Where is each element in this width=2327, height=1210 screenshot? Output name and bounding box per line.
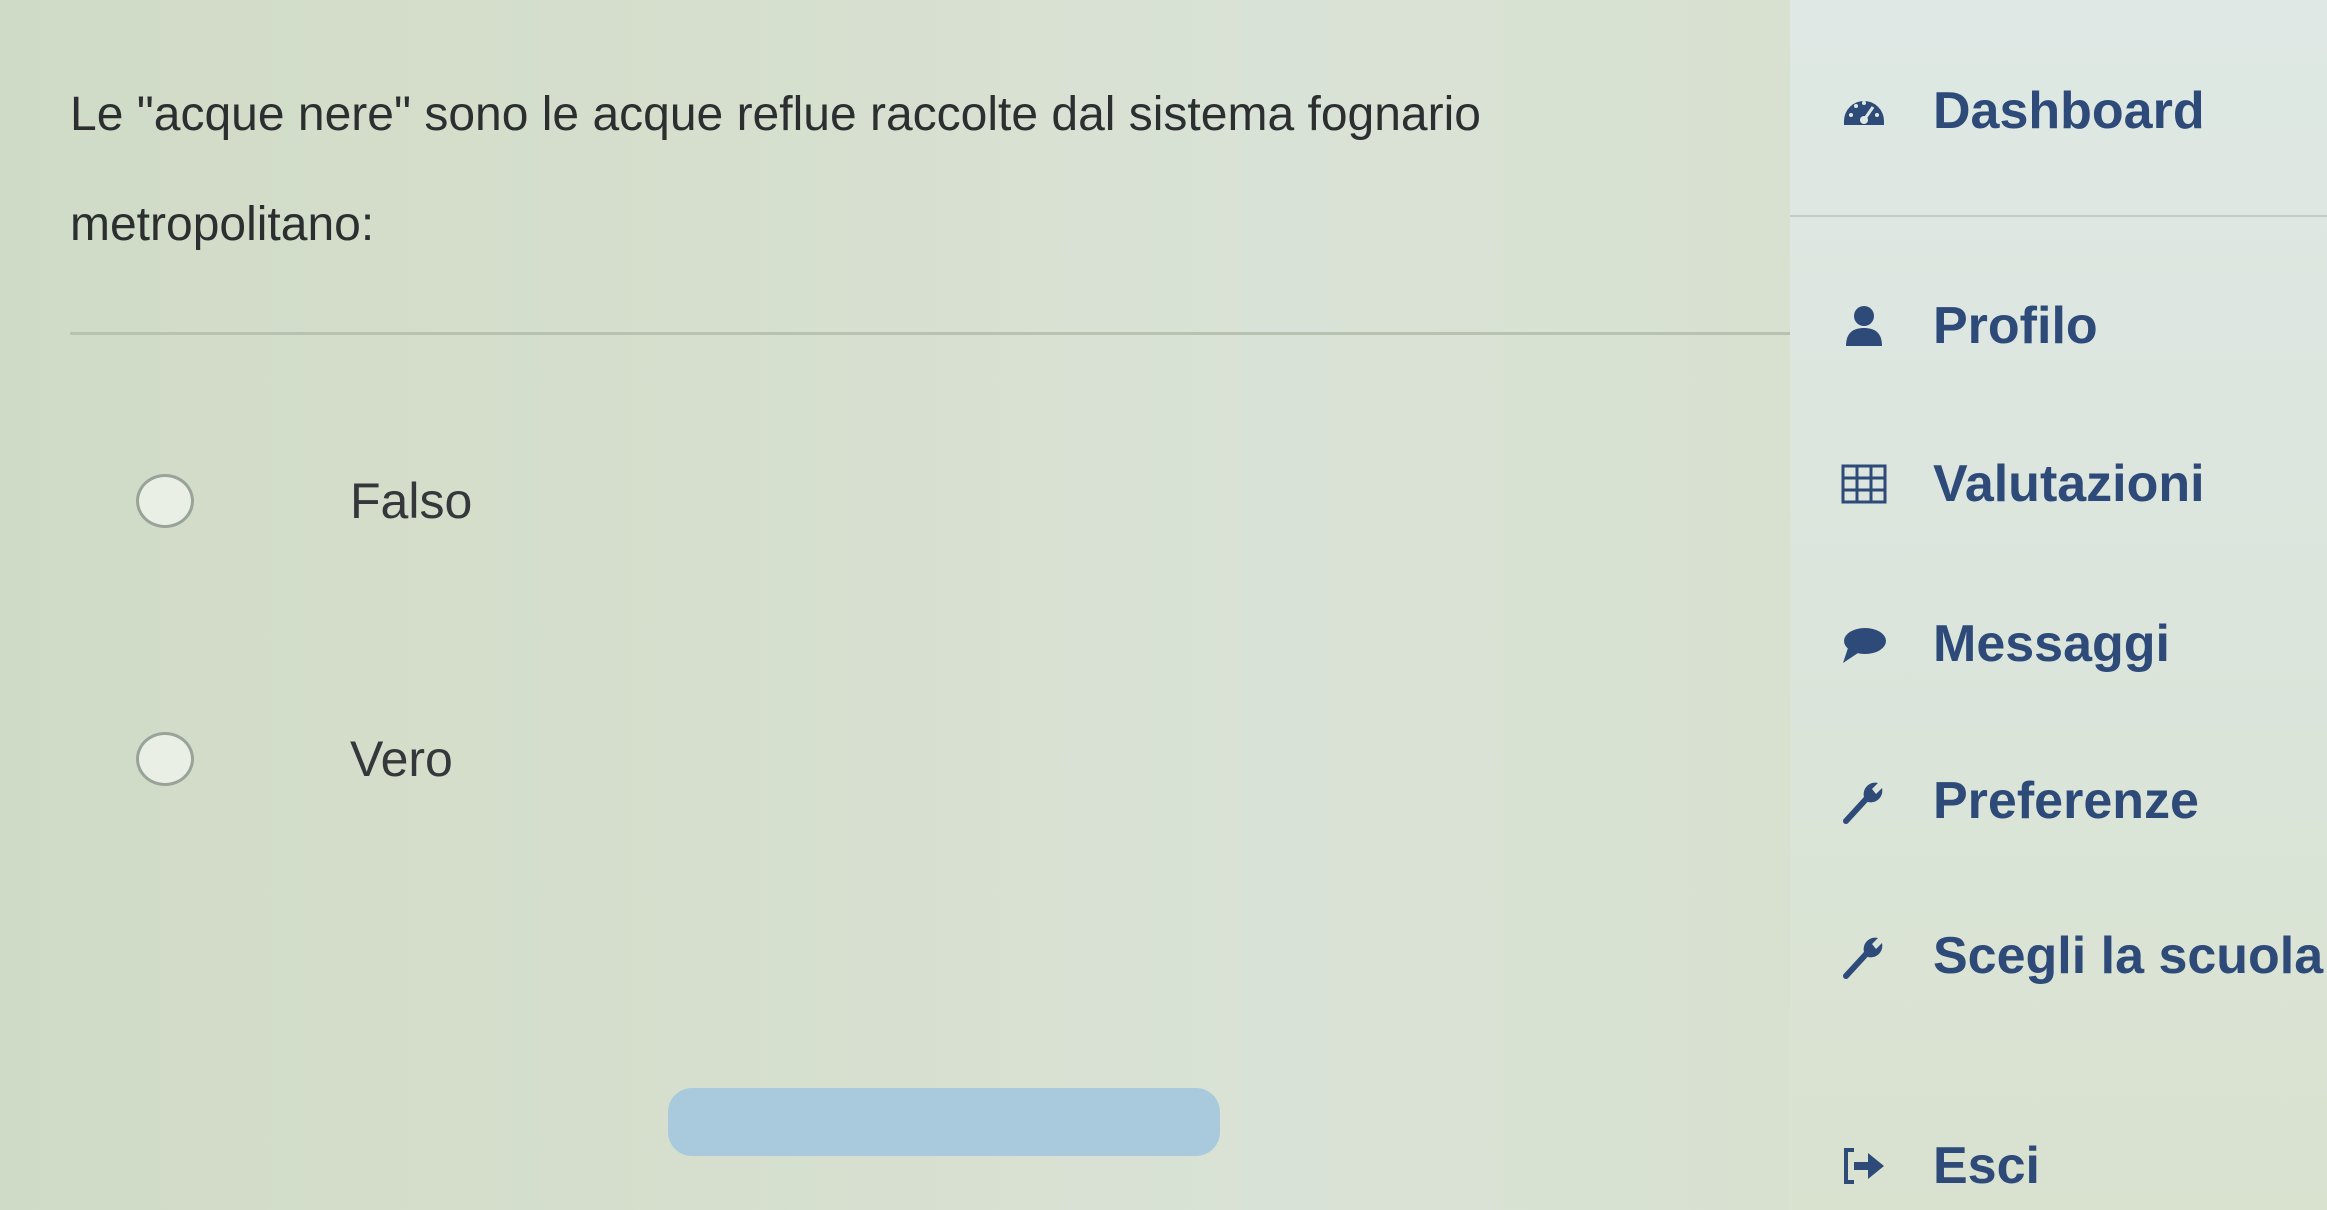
sidebar-item-label: Esci [1933, 1137, 2040, 1195]
chat-bubble-icon [1840, 620, 1888, 668]
sidebar-item-label: Messaggi [1933, 615, 2170, 673]
divider [70, 332, 1790, 335]
table-icon [1840, 460, 1888, 508]
sidebar-item-label: Profilo [1933, 297, 2098, 355]
radio-button[interactable] [136, 732, 194, 786]
dashboard-icon [1840, 87, 1888, 135]
sidebar-divider [1790, 215, 2327, 217]
radio-button[interactable] [136, 474, 194, 528]
quiz-panel: Le "acque nere" sono le acque reflue rac… [0, 0, 1790, 1210]
logout-icon [1840, 1142, 1888, 1190]
sidebar-item-dashboard[interactable]: Dashboard [1790, 65, 2327, 155]
submit-button[interactable] [668, 1088, 1220, 1156]
sidebar-item-scegli-la-scuola[interactable]: Scegli la scuola [1790, 910, 2327, 1000]
option-vero[interactable]: Vero [130, 728, 1030, 798]
sidebar-item-label: Valutazioni [1933, 455, 2205, 513]
sidebar-nav: Dashboard Profilo Valutazioni Messaggi P… [1790, 0, 2327, 1210]
sidebar-item-preferenze[interactable]: Preferenze [1790, 755, 2327, 845]
sidebar-item-profilo[interactable]: Profilo [1790, 280, 2327, 370]
sidebar-item-esci[interactable]: Esci [1790, 1120, 2327, 1210]
sidebar-item-label: Scegli la scuola [1933, 927, 2324, 985]
sidebar-item-label: Dashboard [1933, 82, 2205, 140]
sidebar-item-label: Preferenze [1933, 772, 2199, 830]
sidebar-item-valutazioni[interactable]: Valutazioni [1790, 438, 2327, 528]
option-label: Vero [350, 731, 453, 787]
question-line-1: Le "acque nere" sono le acque reflue rac… [70, 88, 1481, 141]
wrench-icon [1840, 932, 1888, 980]
option-label: Falso [350, 473, 473, 529]
sidebar-item-messaggi[interactable]: Messaggi [1790, 598, 2327, 688]
question-text: Le "acque nere" sono le acque reflue rac… [70, 60, 1770, 280]
wrench-icon [1840, 777, 1888, 825]
user-icon [1840, 302, 1888, 350]
question-line-2: metropolitano: [70, 198, 375, 251]
option-falso[interactable]: Falso [130, 470, 1030, 540]
